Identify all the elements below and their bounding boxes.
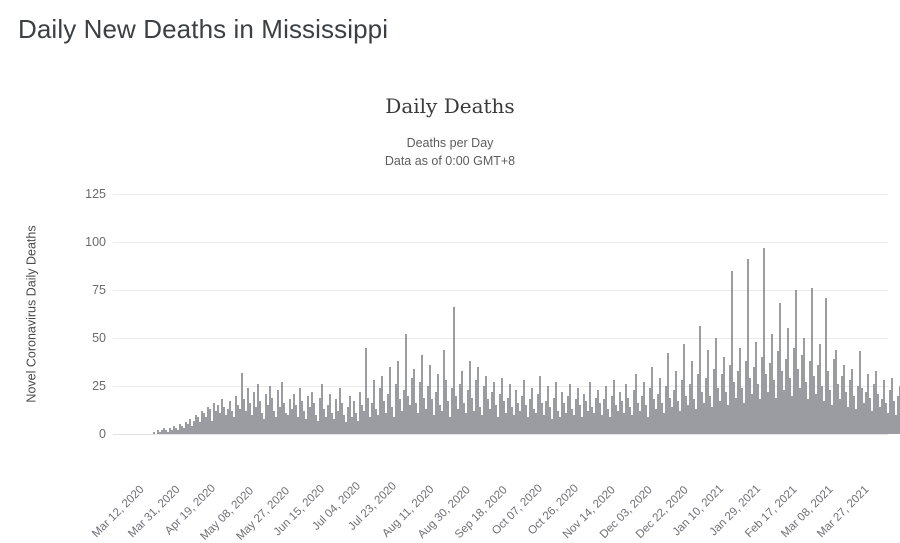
y-tick-label: 125 — [85, 187, 106, 201]
plot-area — [113, 194, 900, 435]
y-tick-label: 50 — [92, 331, 106, 345]
chart-subtitle: Deaths per Day Data as of 0:00 GMT+8 — [0, 134, 900, 170]
chart-title: Daily Deaths — [385, 94, 515, 118]
x-axis-ticks: Mar 12, 2020 Mar 31, 2020 Apr 19, 2020 May … — [90, 434, 888, 543]
chart-container: Daily Deaths Deaths per Day Data as of 0… — [0, 60, 900, 543]
y-tick-label: 25 — [92, 379, 106, 393]
y-tick-label: 0 — [99, 427, 106, 441]
chart-subtitle-line-2: Data as of 0:00 GMT+8 — [384, 154, 516, 168]
page-title: Daily New Deaths in Mississippi — [18, 14, 389, 44]
y-tick-label: 100 — [85, 235, 106, 249]
y-tick-label: 75 — [92, 283, 106, 297]
bar-series — [113, 194, 900, 434]
chart-subtitle-line-1: Deaths per Day — [406, 136, 494, 150]
y-axis-ticks: 0 25 50 75 100 125 — [0, 187, 106, 441]
